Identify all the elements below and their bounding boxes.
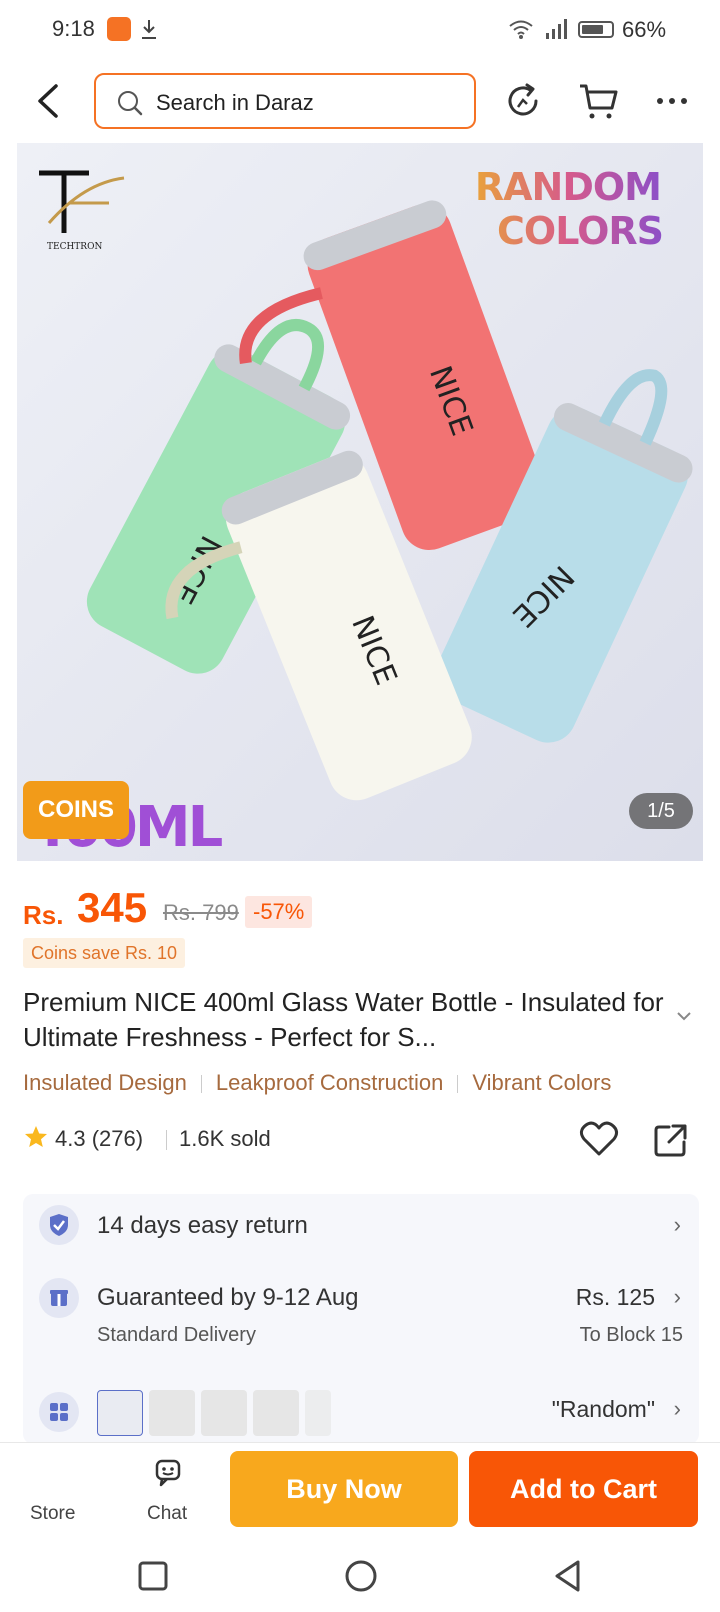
original-price: Rs. 799	[163, 900, 239, 925]
return-text: 14 days easy return	[97, 1212, 308, 1239]
search-input[interactable]: Search in Daraz	[94, 73, 476, 129]
sold-count: 1.6K sold	[179, 1126, 271, 1151]
daraz-app-icon	[107, 17, 131, 41]
feature-tag: Vibrant Colors	[472, 1070, 612, 1095]
rating-row[interactable]: 4.3 (276) 1.6K sold	[23, 1120, 703, 1160]
chevron-right-icon: ›	[673, 1396, 681, 1421]
feature-tag: Insulated Design	[23, 1070, 187, 1095]
delivery-type: Standard Delivery	[97, 1324, 256, 1346]
buy-now-button[interactable]: Buy Now	[230, 1451, 458, 1527]
download-icon	[142, 20, 156, 39]
product-image-carousel[interactable]: NICE NICE NICE NICE TECHTRON RANDOM COLO…	[17, 143, 703, 861]
variant-thumbnail[interactable]	[253, 1390, 299, 1436]
current-price: 345	[77, 884, 148, 931]
feature-tags: Insulated Design Leakproof Construction Vi…	[23, 1070, 713, 1096]
delivery-location: To Block 15	[579, 1324, 683, 1346]
coins-badge: COINS	[23, 781, 129, 839]
variant-thumbnail[interactable]	[97, 1390, 143, 1436]
rating-value: 4.3 (276)	[55, 1126, 144, 1151]
image-counter: 1/5	[629, 793, 693, 829]
delivery-guarantee: Guaranteed by 9-12 Aug	[97, 1284, 359, 1311]
home-icon[interactable]	[343, 1558, 379, 1594]
delivery-price: Rs. 125	[575, 1284, 655, 1310]
brand-logo: TECHTRON	[39, 170, 125, 252]
service-info-card: 14 days easy return › Guaranteed by 9-12…	[23, 1194, 699, 1444]
status-bar: 9:18 66%	[0, 0, 720, 60]
search-icon	[118, 91, 143, 116]
status-time: 9:18	[52, 16, 95, 41]
variant-thumbnail[interactable]	[201, 1390, 247, 1436]
share-icon[interactable]	[653, 1122, 689, 1158]
history-icon[interactable]	[500, 78, 546, 124]
back-arrow-icon[interactable]	[28, 78, 70, 124]
add-to-cart-button[interactable]: Add to Cart	[469, 1451, 698, 1527]
bottom-action-bar: Store Chat Buy Now Add to Cart	[0, 1442, 720, 1542]
search-placeholder: Search in Daraz	[156, 90, 314, 115]
price-currency: Rs.	[23, 900, 64, 930]
wishlist-heart-icon[interactable]	[579, 1120, 619, 1158]
battery-icon	[578, 21, 614, 38]
recent-apps-icon[interactable]	[137, 1560, 169, 1592]
chevron-right-icon: ›	[673, 1212, 681, 1237]
chat-button[interactable]: Chat	[147, 1503, 187, 1525]
store-button[interactable]: Store	[30, 1503, 75, 1525]
brand-text: TECHTRON	[47, 242, 102, 252]
chevron-right-icon: ›	[673, 1284, 681, 1309]
discount-badge: -57%	[245, 896, 313, 928]
battery-percent: 66%	[622, 17, 667, 42]
wifi-icon	[509, 20, 533, 39]
price-row: Rs. 345 Rs. 799 -57%	[23, 884, 703, 934]
variant-value: "Random"	[551, 1396, 655, 1422]
cart-icon[interactable]	[576, 78, 622, 124]
variant-thumbnail[interactable]	[305, 1390, 331, 1436]
back-nav-icon[interactable]	[552, 1559, 584, 1593]
delivery-box-icon	[39, 1278, 79, 1318]
top-header: Search in Daraz	[0, 70, 720, 132]
more-options-icon[interactable]	[650, 78, 696, 124]
system-navigation-bar	[0, 1542, 720, 1612]
grid-icon	[39, 1392, 79, 1432]
variant-thumbnail[interactable]	[149, 1390, 195, 1436]
signal-icon	[546, 19, 567, 39]
feature-tag: Leakproof Construction	[215, 1070, 444, 1095]
star-icon	[25, 1126, 47, 1147]
random-colors-text: RANDOM COLORS	[474, 165, 664, 253]
chat-icon[interactable]	[152, 1457, 184, 1489]
product-title[interactable]: Premium NICE 400ml Glass Water Bottle - …	[23, 985, 683, 1055]
chevron-down-icon[interactable]	[676, 1010, 692, 1022]
coins-save-badge: Coins save Rs. 10	[23, 938, 186, 968]
shield-check-icon	[39, 1205, 79, 1245]
